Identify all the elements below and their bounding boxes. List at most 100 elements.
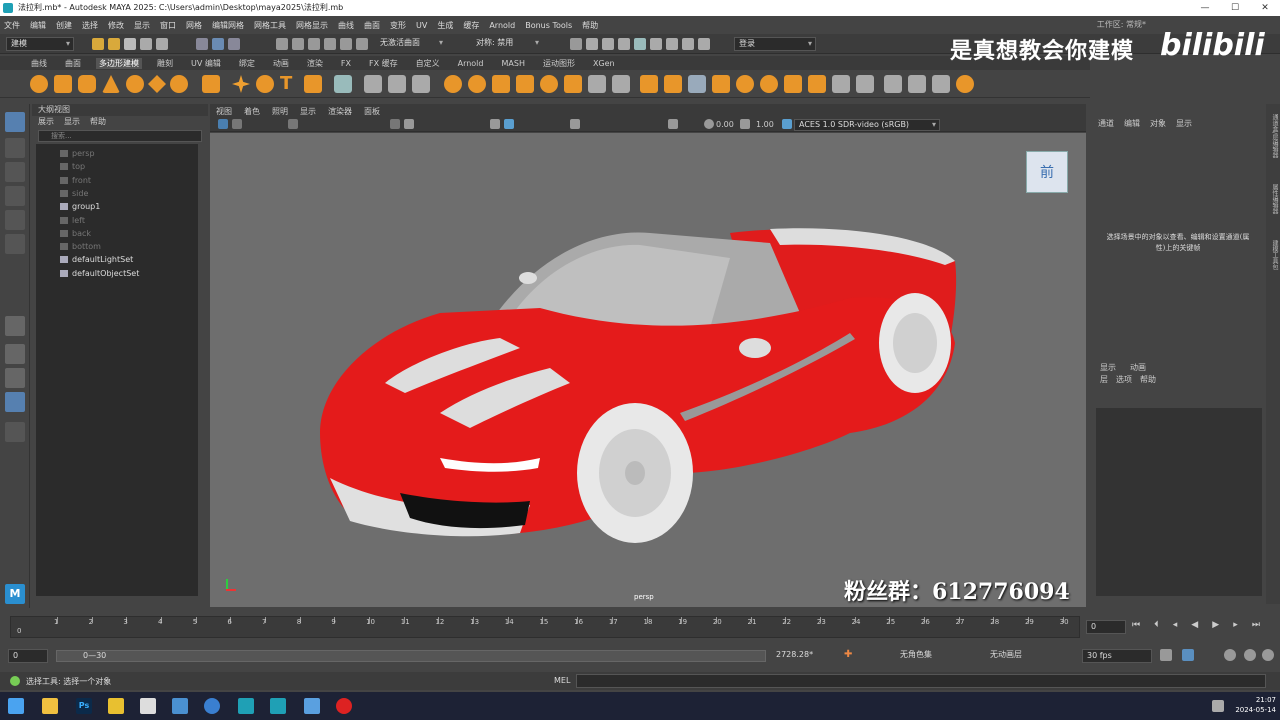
outliner-item[interactable]: front xyxy=(60,175,91,187)
poly-torus-icon[interactable] xyxy=(126,75,144,93)
playblast-icon[interactable] xyxy=(682,38,694,50)
layer-menu-layers[interactable]: 层 xyxy=(1100,374,1108,386)
step-forward-icon[interactable]: ▸ xyxy=(1233,620,1238,634)
bevel-icon[interactable] xyxy=(492,75,510,93)
extrude-icon[interactable] xyxy=(444,75,462,93)
poly-cylinder-icon[interactable] xyxy=(78,75,96,93)
select-object-icon[interactable] xyxy=(212,38,224,50)
offset-edge-icon[interactable] xyxy=(664,75,682,93)
boolean-icon[interactable] xyxy=(564,75,582,93)
channel-menu-object[interactable]: 对象 xyxy=(1150,118,1166,132)
uv-editor-icon[interactable] xyxy=(908,75,926,93)
color-management-icon[interactable] xyxy=(782,119,792,129)
file-explorer-icon[interactable] xyxy=(42,698,58,714)
snap-grid-icon[interactable] xyxy=(276,38,288,50)
step-back-icon[interactable]: ◂ xyxy=(1173,620,1178,634)
maya-taskbar-icon-2[interactable] xyxy=(270,698,286,714)
outliner-item[interactable]: defaultLightSet xyxy=(60,254,133,266)
poly-cube-icon[interactable] xyxy=(54,75,72,93)
viewport-menu-item[interactable]: 照明 xyxy=(272,106,288,117)
shelf-tab[interactable]: MASH xyxy=(498,59,527,68)
open-scene-icon[interactable] xyxy=(108,38,120,50)
text-tool-icon[interactable]: T xyxy=(280,75,298,93)
script-language[interactable]: MEL xyxy=(554,676,570,685)
outliner-item[interactable]: left xyxy=(60,215,85,227)
multi-cut-icon[interactable] xyxy=(588,75,606,93)
shelf-tab[interactable]: 多边形建模 xyxy=(96,57,142,69)
play-forward-icon[interactable]: ▶ xyxy=(1212,620,1219,634)
gamma-icon[interactable] xyxy=(740,119,750,129)
snap-surface-icon[interactable] xyxy=(340,38,352,50)
type-tool-icon[interactable] xyxy=(334,75,352,93)
select-hierarchy-icon[interactable] xyxy=(196,38,208,50)
paint-select-icon[interactable] xyxy=(5,162,25,182)
anim-layer-dropdown[interactable]: 无动画层 xyxy=(986,649,1052,663)
quad-draw-icon[interactable] xyxy=(712,75,730,93)
snap-curve-icon[interactable] xyxy=(292,38,304,50)
pen-icon[interactable] xyxy=(1212,700,1224,712)
menu-item[interactable]: 创建 xyxy=(56,20,72,31)
lasso-tool-icon[interactable] xyxy=(5,138,25,158)
snap-magnet-icon[interactable] xyxy=(356,38,368,50)
record-icon[interactable] xyxy=(336,698,352,714)
loop-icon[interactable] xyxy=(1160,649,1172,661)
smooth-shade-icon[interactable] xyxy=(404,119,414,129)
layer-menu-help[interactable]: 帮助 xyxy=(1140,374,1156,386)
outliner-search-input[interactable]: 搜索... xyxy=(38,130,202,142)
auto-key-icon[interactable]: ✚ xyxy=(844,649,854,661)
sound-icon[interactable] xyxy=(1224,649,1236,661)
shelf-tab[interactable]: 渲染 xyxy=(304,58,326,69)
render-view-icon[interactable] xyxy=(586,38,598,50)
render-region-icon[interactable] xyxy=(570,38,582,50)
rotate-tool-icon[interactable] xyxy=(5,210,25,230)
shelf-tab[interactable]: 自定义 xyxy=(413,58,443,69)
camera-select-icon[interactable] xyxy=(218,119,228,129)
go-end-icon[interactable]: ⏭ xyxy=(1252,620,1260,634)
delete-history-icon[interactable] xyxy=(832,75,850,93)
calculator-icon[interactable] xyxy=(140,698,156,714)
maximize-button[interactable]: ☐ xyxy=(1220,0,1250,16)
center-pivot-icon[interactable] xyxy=(884,75,902,93)
shelf-tab[interactable]: 雕刻 xyxy=(154,58,176,69)
photoshop-icon[interactable]: Ps xyxy=(76,698,92,714)
poly-plane-icon[interactable] xyxy=(148,75,166,93)
pause-icon[interactable] xyxy=(698,38,710,50)
shelf-tab[interactable]: FX 缓存 xyxy=(366,58,401,69)
outliner-item[interactable]: back xyxy=(60,228,91,240)
range-start-field[interactable]: 0 xyxy=(8,649,48,663)
redo-icon[interactable] xyxy=(156,38,168,50)
clock[interactable]: 21:07 2024-05-14 xyxy=(1232,695,1276,715)
menu-item[interactable]: 窗口 xyxy=(160,20,176,31)
side-tab-modeling[interactable]: 建模工具包 xyxy=(1268,240,1278,270)
xray-icon[interactable] xyxy=(668,119,678,129)
range-end-field[interactable]: 2728.28* xyxy=(772,649,834,663)
media-icon[interactable] xyxy=(304,698,320,714)
step-back-key-icon[interactable]: ⏴ xyxy=(1154,620,1159,634)
maya-taskbar-icon[interactable] xyxy=(238,698,254,714)
menu-item[interactable]: Arnold xyxy=(489,21,515,30)
fps-dropdown[interactable]: 30 fps xyxy=(1082,649,1152,663)
menu-item[interactable]: 编辑 xyxy=(30,20,46,31)
view-cube[interactable]: 前 xyxy=(1026,151,1068,193)
start-icon[interactable] xyxy=(8,698,24,714)
move-tool-icon[interactable] xyxy=(5,186,25,206)
menu-item[interactable]: Bonus Tools xyxy=(525,21,572,30)
save-scene-icon[interactable] xyxy=(124,38,136,50)
bridge-icon[interactable] xyxy=(468,75,486,93)
select-tool-icon[interactable] xyxy=(5,112,25,132)
combine-icon[interactable] xyxy=(412,75,430,93)
super-shape-icon[interactable] xyxy=(232,75,250,93)
menu-item[interactable]: 编辑网格 xyxy=(212,20,244,31)
single-view-icon[interactable] xyxy=(5,316,25,336)
render-settings-icon[interactable] xyxy=(634,38,646,50)
outliner-item[interactable]: group1 xyxy=(60,201,100,213)
scale-tool-icon[interactable] xyxy=(5,234,25,254)
play-back-icon[interactable]: ◀ xyxy=(1191,620,1198,634)
outliner-layout-icon[interactable] xyxy=(5,392,25,412)
menu-item[interactable]: UV xyxy=(416,21,427,30)
channel-menu-channels[interactable]: 通道 xyxy=(1098,118,1114,132)
side-tab-channel[interactable]: 通道盒/层编辑器 xyxy=(1268,114,1278,158)
new-scene-icon[interactable] xyxy=(92,38,104,50)
menu-item[interactable]: 显示 xyxy=(134,20,150,31)
ipr-render-icon[interactable] xyxy=(618,38,630,50)
